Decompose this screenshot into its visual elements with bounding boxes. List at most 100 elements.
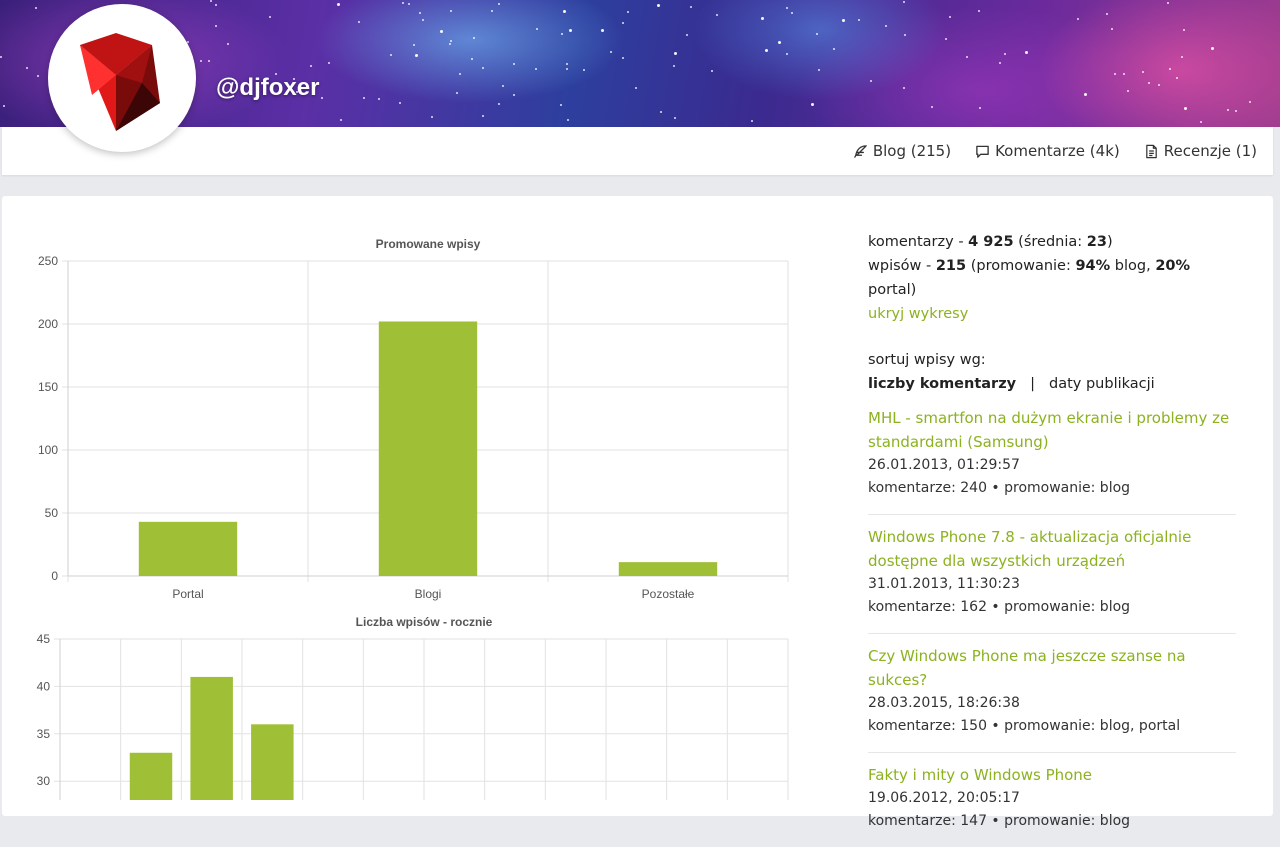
banner-star [408, 3, 410, 5]
banner-star [269, 16, 271, 18]
banner-star [966, 56, 968, 58]
banner-star [657, 4, 660, 7]
hide-charts-link[interactable]: ukryj wykresy [868, 302, 1236, 326]
chart-bar [138, 521, 238, 576]
banner-star [778, 41, 781, 44]
banner-star [601, 29, 604, 32]
banner-star [390, 54, 392, 56]
chart-y-tick-label: 250 [38, 254, 58, 268]
banner-star [0, 56, 2, 58]
banner-star [399, 102, 401, 104]
banner-star [1077, 18, 1079, 20]
banner-star [1176, 77, 1178, 79]
banner-star [310, 65, 312, 67]
nav-reviews-link[interactable]: Recenzje (1) [1144, 142, 1257, 160]
chart-y-tick-label: 150 [38, 380, 58, 394]
banner-star [1106, 13, 1108, 15]
banner-star [791, 12, 793, 14]
banner-star [583, 69, 585, 71]
banner-star [431, 116, 433, 118]
chart-bar [190, 676, 233, 800]
banner-star [978, 10, 980, 12]
banner-star [450, 40, 452, 42]
banner-star [275, 73, 277, 75]
feather-icon [854, 144, 867, 158]
post-date: 26.01.2013, 01:29:57 [868, 457, 1020, 473]
banner-star [567, 119, 569, 121]
banner-star [635, 87, 637, 89]
banner-star [440, 30, 443, 33]
banner-star [1123, 73, 1125, 75]
chart-x-tick-label: Portal [172, 587, 203, 601]
chart-bar [378, 321, 478, 576]
banner-star [419, 12, 421, 14]
post-title-link[interactable]: MHL - smartfon na dużym ekranie i proble… [868, 406, 1236, 454]
banner-star [870, 80, 872, 82]
banner-star [3, 105, 5, 107]
banner-star [450, 10, 452, 12]
main-panel: Promowane wpisy 0 50 100 150 200 250 Portal Blog… [2, 196, 1273, 829]
nav-blog-link[interactable]: Blog (215) [853, 142, 951, 160]
banner-star [622, 22, 624, 24]
banner-star [569, 29, 572, 32]
banner-star [627, 11, 629, 13]
banner-star [1004, 53, 1006, 55]
banner-star [498, 103, 500, 105]
chart-y-tick-label: 45 [37, 632, 51, 646]
chart-bar [618, 562, 718, 576]
nav-comments-link[interactable]: Komentarze (4k) [975, 142, 1120, 160]
profile-nav-bar: Blog (215) Komentarze (4k) Recenzje (1) [2, 127, 1273, 175]
banner-star [566, 68, 568, 70]
banner-star [1227, 109, 1229, 111]
banner-star [1084, 93, 1087, 96]
post-title-link[interactable]: Fakty i mity o Windows Phone [868, 763, 1236, 787]
banner-star [1181, 56, 1183, 58]
post-meta: komentarze: 240 • promowanie: blog [868, 480, 1131, 496]
banner-star [885, 25, 887, 27]
banner-star [215, 25, 217, 27]
posts-promo-label: (promowanie: [966, 258, 1076, 274]
banner-star [1025, 51, 1028, 54]
banner-star [215, 4, 217, 6]
banner-star [563, 10, 566, 13]
banner-star [513, 63, 515, 65]
banner-star [293, 78, 295, 80]
sort-by-date-option[interactable]: daty publikacji [1049, 372, 1155, 396]
banner-star [208, 60, 210, 62]
post-list-item: Fakty i mity o Windows Phone 19.06.2012,… [868, 757, 1236, 847]
post-title-link[interactable]: Windows Phone 7.8 - aktualizacja oficjal… [868, 525, 1236, 573]
posts-total: 215 [935, 258, 967, 274]
posts-stats-label: wpisów - [868, 258, 936, 274]
banner-star [561, 33, 563, 35]
comments-avg-suffix: ) [1106, 234, 1113, 250]
banner-star [378, 98, 380, 100]
chart-y-tick-label: 50 [45, 506, 59, 520]
posts-stats-line: wpisów - 215 (promowanie: 94% blog, 20% … [868, 254, 1236, 302]
post-date: 31.01.2013, 11:30:23 [868, 576, 1020, 592]
post-meta: komentarze: 150 • promowanie: blog, port… [868, 718, 1181, 734]
document-icon [1145, 144, 1157, 158]
avatar[interactable] [48, 4, 196, 152]
banner-star [482, 67, 484, 69]
banner-star [1167, 2, 1169, 4]
sort-by-comments-option[interactable]: liczby komentarzy [868, 372, 1016, 396]
banner-star [402, 2, 404, 4]
chart-y-tick-label: 40 [37, 679, 51, 693]
banner-star [858, 19, 860, 21]
banner-star [363, 97, 365, 99]
chart-bar [129, 752, 173, 800]
banner-star [904, 34, 906, 36]
banner-star [622, 57, 624, 59]
comments-avg-value: 23 [1086, 234, 1107, 250]
banner-star [686, 34, 688, 36]
banner-star [200, 60, 202, 62]
banner-star [340, 119, 342, 121]
banner-star [945, 38, 947, 40]
chart-y-tick-label: 0 [51, 569, 58, 583]
posts-promo-blog: 94% [1075, 258, 1111, 274]
post-title-link[interactable]: Czy Windows Phone ma jeszcze szanse na s… [868, 644, 1236, 692]
banner-star [765, 49, 768, 52]
banner-star [786, 7, 788, 9]
banner-star [502, 85, 504, 87]
banner-star [415, 54, 418, 57]
